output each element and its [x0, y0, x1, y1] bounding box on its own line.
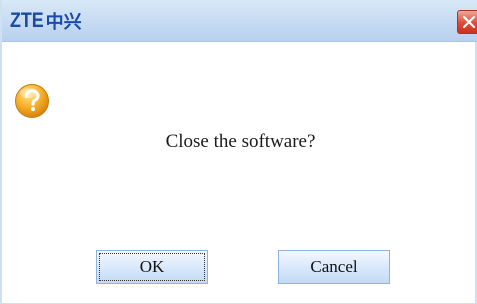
- cancel-button[interactable]: Cancel: [278, 250, 390, 284]
- dialog-message: Close the software?: [165, 131, 316, 152]
- question-icon: [15, 84, 49, 118]
- dialog-body: Close the software?: [2, 42, 475, 303]
- close-icon: [462, 15, 475, 29]
- cancel-button-label: Cancel: [310, 257, 358, 276]
- close-button[interactable]: [457, 10, 477, 34]
- title-bar[interactable]: ZTE 中兴: [2, 0, 477, 42]
- brand-latin: ZTE: [10, 9, 44, 32]
- zte-logo: ZTE 中兴: [10, 8, 82, 34]
- confirm-dialog: ZTE 中兴 Close the software? OK Cancel: [0, 0, 477, 304]
- brand-chinese: 中兴: [45, 12, 82, 33]
- ok-button[interactable]: OK: [96, 250, 208, 284]
- ok-button-label: OK: [139, 257, 165, 276]
